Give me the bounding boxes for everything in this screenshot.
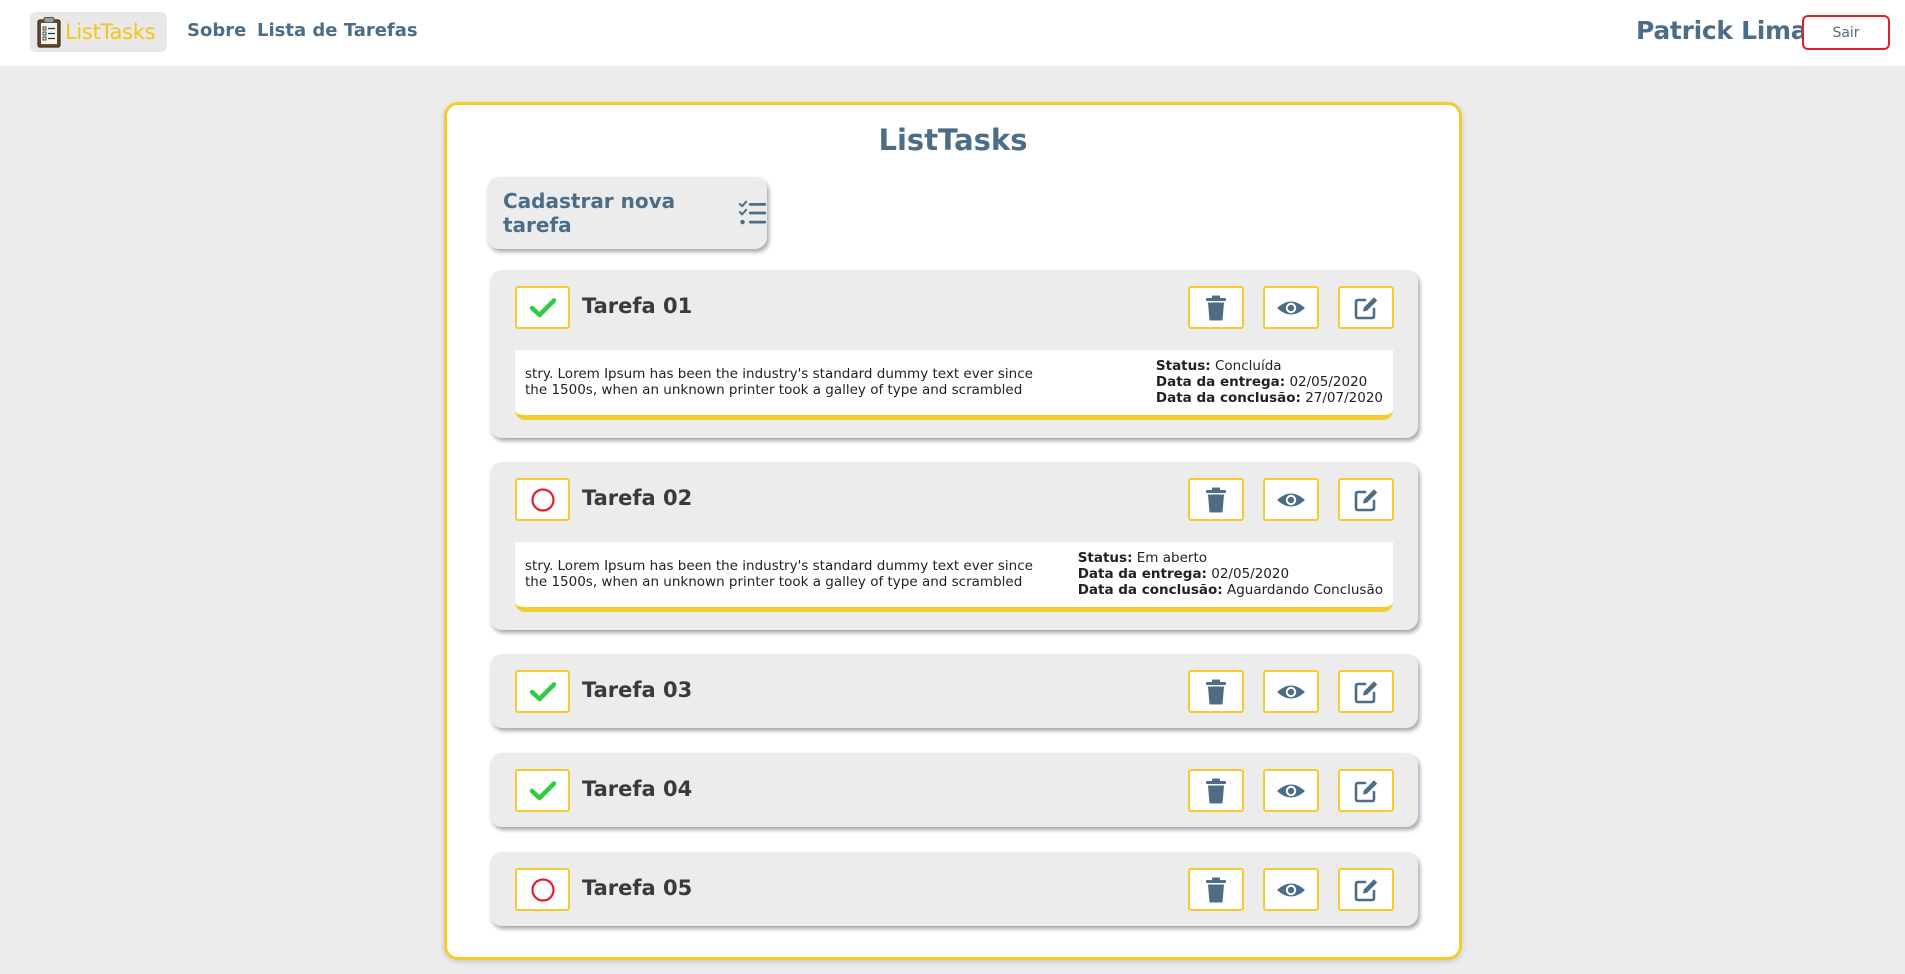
eye-icon <box>1277 685 1305 698</box>
edit-task-button[interactable] <box>1338 769 1394 812</box>
eye-icon <box>1277 493 1305 506</box>
task-description: stry. Lorem Ipsum has been the industry'… <box>525 366 1033 398</box>
edit-task-button[interactable] <box>1338 868 1394 911</box>
due-date-label: Data da entrega: <box>1155 374 1286 390</box>
task-meta: Status: Em aberto Data da entrega: 02/05… <box>1078 550 1383 598</box>
edit-icon <box>1354 296 1378 319</box>
circle-icon <box>530 487 555 512</box>
due-date-value: 02/05/2020 <box>1289 374 1368 390</box>
delete-task-button[interactable] <box>1188 478 1244 521</box>
edit-task-button[interactable] <box>1338 478 1394 521</box>
eye-icon <box>1277 883 1305 896</box>
task-details: stry. Lorem Ipsum has been the industry'… <box>515 350 1393 420</box>
task-list-panel: ListTasks Cadastrar nova tarefa Tarefa 0… <box>444 102 1462 960</box>
task-title: Tarefa 05 <box>582 876 693 900</box>
nav-link-sobre[interactable]: Sobre <box>187 20 246 41</box>
due-date-value: 02/05/2020 <box>1211 566 1290 582</box>
status-value: Em aberto <box>1136 550 1208 566</box>
eye-icon <box>1277 784 1305 797</box>
task-title: Tarefa 03 <box>582 678 693 702</box>
check-icon <box>529 780 556 800</box>
task-card-2: Tarefa 02 stry. Lorem Ipsum has been the… <box>490 462 1418 630</box>
view-task-button[interactable] <box>1263 478 1319 521</box>
task-card-4: Tarefa 04 <box>490 753 1418 827</box>
task-title: Tarefa 04 <box>582 777 693 801</box>
task-description: stry. Lorem Ipsum has been the industry'… <box>525 558 1033 590</box>
eye-icon <box>1277 301 1305 314</box>
task-card-3: Tarefa 03 <box>490 654 1418 728</box>
trash-icon <box>1206 679 1226 704</box>
task-complete-toggle[interactable] <box>515 478 570 521</box>
completion-date-label: Data da conclusão: <box>1155 390 1301 406</box>
trash-icon <box>1206 778 1226 803</box>
brand-name: ListTasks <box>65 20 156 44</box>
edit-task-button[interactable] <box>1338 670 1394 713</box>
delete-task-button[interactable] <box>1188 868 1244 911</box>
task-title: Tarefa 01 <box>582 294 693 318</box>
trash-icon <box>1206 877 1226 902</box>
edit-icon <box>1354 878 1378 901</box>
completion-date-value: Aguardando Conclusão <box>1226 582 1383 598</box>
new-task-label: Cadastrar nova tarefa <box>503 189 676 237</box>
delete-task-button[interactable] <box>1188 670 1244 713</box>
due-date-label: Data da entrega: <box>1077 566 1207 582</box>
task-card-1: Tarefa 01 stry. Lorem Ipsum has been the… <box>490 270 1418 438</box>
brand-logo-link[interactable]: ListTasks <box>30 12 167 52</box>
task-card-5: Tarefa 05 <box>490 852 1418 926</box>
completion-date-value: 27/07/2020 <box>1305 390 1383 406</box>
check-icon <box>529 681 556 701</box>
page-title: ListTasks <box>878 123 1028 157</box>
edit-icon <box>1354 779 1378 802</box>
edit-task-button[interactable] <box>1338 286 1394 329</box>
task-complete-toggle[interactable] <box>515 868 570 911</box>
task-complete-toggle[interactable] <box>515 286 570 329</box>
logout-button[interactable]: Sair <box>1802 15 1890 50</box>
check-icon <box>529 297 556 317</box>
task-complete-toggle[interactable] <box>515 769 570 812</box>
completion-date-label: Data da conclusão: <box>1077 582 1223 598</box>
nav-link-lista-de-tarefas[interactable]: Lista de Tarefas <box>257 20 418 41</box>
task-meta: Status: Concluída Data da entrega: 02/05… <box>1156 358 1383 406</box>
status-label: Status: <box>1077 550 1133 566</box>
task-list-icon <box>738 200 767 225</box>
delete-task-button[interactable] <box>1188 769 1244 812</box>
trash-icon <box>1206 487 1226 512</box>
task-title: Tarefa 02 <box>582 486 693 510</box>
view-task-button[interactable] <box>1263 670 1319 713</box>
edit-icon <box>1354 488 1378 511</box>
task-details: stry. Lorem Ipsum has been the industry'… <box>515 542 1393 612</box>
edit-icon <box>1354 680 1378 703</box>
circle-icon <box>530 877 555 902</box>
trash-icon <box>1206 295 1226 320</box>
delete-task-button[interactable] <box>1188 286 1244 329</box>
task-complete-toggle[interactable] <box>515 670 570 713</box>
view-task-button[interactable] <box>1263 769 1319 812</box>
user-name: Patrick Lima <box>1636 16 1808 45</box>
status-value: Concluída <box>1214 358 1282 374</box>
status-label: Status: <box>1155 358 1211 374</box>
view-task-button[interactable] <box>1263 286 1319 329</box>
top-navbar: ListTasks Sobre Lista de Tarefas Patrick… <box>0 0 1905 66</box>
view-task-button[interactable] <box>1263 868 1319 911</box>
new-task-button[interactable]: Cadastrar nova tarefa <box>487 177 767 249</box>
clipboard-icon <box>37 17 61 48</box>
